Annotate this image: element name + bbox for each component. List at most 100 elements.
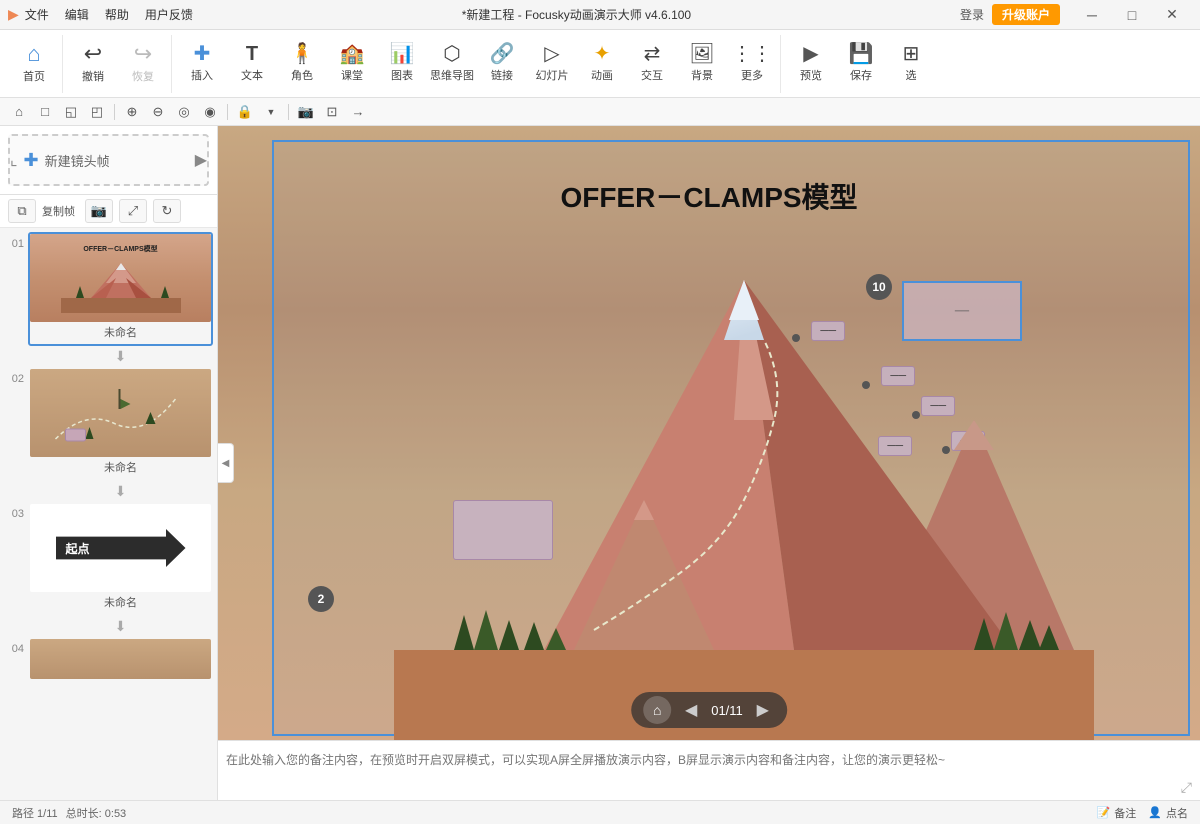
toolbar-home-group: ⌂ 首页 bbox=[6, 35, 63, 93]
tb2-sep3 bbox=[288, 104, 289, 120]
menu-help[interactable]: 帮助 bbox=[105, 6, 129, 23]
tb2-lock[interactable]: 🔒 bbox=[234, 101, 256, 123]
toolbar-select[interactable]: ⊞ 选 bbox=[887, 35, 935, 93]
toolbar-text[interactable]: T 文本 bbox=[228, 35, 276, 93]
toolbar-mindmap[interactable]: ⬡ 思维导图 bbox=[428, 35, 476, 93]
slides-panel: ⌞ ✚ 新建镜头帧 ▶ ⧉ 复制帧 📷 ⤢ ↻ bbox=[0, 126, 218, 800]
tb2-export[interactable]: ⊡ bbox=[321, 101, 343, 123]
notes-expand-button[interactable]: ⤢ bbox=[1181, 779, 1192, 796]
slide-divider-3[interactable]: ⬇ bbox=[28, 618, 213, 635]
rotate-frame-button[interactable]: ↻ bbox=[153, 199, 181, 223]
toolbar-redo[interactable]: ↪ 恢复 bbox=[119, 35, 167, 93]
notes-input[interactable] bbox=[226, 751, 1192, 791]
slide-thumb-wrapper-4[interactable] bbox=[28, 637, 213, 681]
comment-icon: 📝 bbox=[1097, 806, 1111, 819]
menu-edit[interactable]: 编辑 bbox=[65, 6, 89, 23]
toolbar-interact[interactable]: ⇄ 交互 bbox=[628, 35, 676, 93]
status-comment-button[interactable]: 📝 备注 bbox=[1097, 805, 1137, 821]
home-label: 首页 bbox=[23, 68, 45, 84]
slide-thumb-wrapper-3[interactable]: 起点 未命名 bbox=[28, 502, 213, 616]
thumb1-title: OFFER－CLAMPS模型 bbox=[83, 244, 157, 254]
thumb3-text: 起点 bbox=[66, 540, 90, 557]
more-label: 更多 bbox=[741, 67, 763, 83]
slide-thumb-wrapper-1[interactable]: OFFER－CLAMPS模型 bbox=[28, 232, 213, 346]
toolbar-classroom[interactable]: 🏫 课堂 bbox=[328, 35, 376, 93]
mindmap-label: 思维导图 bbox=[430, 67, 474, 83]
upgrade-button[interactable]: 升级账户 bbox=[992, 4, 1060, 25]
slide-item-1[interactable]: 01 OFFER－CLAMPS模型 bbox=[4, 232, 213, 346]
login-button[interactable]: 登录 bbox=[960, 6, 984, 23]
tb2-sep2 bbox=[227, 104, 228, 120]
new-frame-dropdown-icon[interactable]: ▶ bbox=[195, 150, 207, 170]
tb2-align2[interactable]: ◰ bbox=[86, 101, 108, 123]
close-button[interactable]: ✕ bbox=[1152, 0, 1192, 30]
app-logo: ▶ bbox=[8, 6, 19, 23]
navigation-bar: ⌂ ◀ 01/11 ▶ bbox=[631, 692, 787, 728]
tb2-lock-dropdown[interactable]: ▼ bbox=[260, 101, 282, 123]
nav-page-indicator: 01/11 bbox=[711, 703, 743, 718]
badge-2: 2 bbox=[308, 586, 334, 612]
slide-thumb-wrapper-2[interactable]: 未命名 bbox=[28, 367, 213, 481]
link-label: 链接 bbox=[491, 67, 513, 83]
collapse-icon: ◀ bbox=[222, 458, 230, 469]
notes-area: ⤢ bbox=[218, 740, 1200, 800]
signin-label: 点名 bbox=[1166, 805, 1188, 821]
slide-item-2[interactable]: 02 bbox=[4, 367, 213, 481]
slide-divider-2[interactable]: ⬇ bbox=[28, 483, 213, 500]
redo-label: 恢复 bbox=[132, 68, 154, 84]
toolbar-home[interactable]: ⌂ 首页 bbox=[10, 35, 58, 93]
undo-icon: ↩ bbox=[84, 43, 102, 65]
menu-bar: 文件 编辑 帮助 用户反馈 bbox=[25, 6, 193, 23]
toolbar-save[interactable]: 💾 保存 bbox=[837, 35, 885, 93]
secondary-toolbar: ⌂ □ ◱ ◰ ⊕ ⊖ ◎ ◉ 🔒 ▼ 📷 ⊡ → bbox=[0, 98, 1200, 126]
nav-home-button[interactable]: ⌂ bbox=[643, 696, 671, 724]
thumb2-svg bbox=[30, 369, 211, 457]
text-icon: T bbox=[246, 44, 258, 64]
toolbar-insert-group: ✚ 插入 T 文本 🧍 角色 🏫 课堂 📊 图表 ⬡ 思维导图 🔗 链接 ▷ bbox=[174, 35, 781, 93]
menu-file[interactable]: 文件 bbox=[25, 6, 49, 23]
preview-icon: ▶ bbox=[803, 44, 818, 64]
nav-next-button[interactable]: ▶ bbox=[751, 698, 775, 722]
toolbar-more[interactable]: ⋮⋮ 更多 bbox=[728, 35, 776, 93]
tb2-arrow[interactable]: → bbox=[347, 101, 369, 123]
tb2-zoomin[interactable]: ⊕ bbox=[121, 101, 143, 123]
tb2-zoom-fit[interactable]: ◎ bbox=[173, 101, 195, 123]
menu-feedback[interactable]: 用户反馈 bbox=[145, 6, 193, 23]
minimize-button[interactable]: ─ bbox=[1072, 0, 1112, 30]
nav-prev-button[interactable]: ◀ bbox=[679, 698, 703, 722]
toolbar-undo[interactable]: ↩ 撤销 bbox=[69, 35, 117, 93]
tb2-align1[interactable]: ◱ bbox=[60, 101, 82, 123]
status-bar: 路径 1/11 总时长: 0:53 📝 备注 👤 点名 bbox=[0, 800, 1200, 824]
main-content: ⌞ ✚ 新建镜头帧 ▶ ⧉ 复制帧 📷 ⤢ ↻ bbox=[0, 126, 1200, 800]
toolbar-background[interactable]: 🖼 背景 bbox=[678, 35, 726, 93]
new-frame-button[interactable]: ⌞ ✚ 新建镜头帧 ▶ bbox=[8, 134, 209, 186]
tb2-zoomout[interactable]: ⊖ bbox=[147, 101, 169, 123]
toolbar-preview-group: ▶ 预览 💾 保存 ⊞ 选 bbox=[783, 35, 939, 93]
undo-label: 撤销 bbox=[82, 68, 104, 84]
toolbar-preview[interactable]: ▶ 预览 bbox=[787, 35, 835, 93]
tb2-home[interactable]: ⌂ bbox=[8, 101, 30, 123]
toolbar-character[interactable]: 🧍 角色 bbox=[278, 35, 326, 93]
slide-divider-1[interactable]: ⬇ bbox=[28, 348, 213, 365]
maximize-button[interactable]: □ bbox=[1112, 0, 1152, 30]
sidebar-collapse-button[interactable]: ◀ bbox=[218, 443, 234, 483]
toolbar-link[interactable]: 🔗 链接 bbox=[478, 35, 526, 93]
screenshot-frame-button[interactable]: 📷 bbox=[85, 199, 113, 223]
toolbar-slideshow[interactable]: ▷ 幻灯片 bbox=[528, 35, 576, 93]
tb2-frame[interactable]: □ bbox=[34, 101, 56, 123]
slide-item-4[interactable]: 04 bbox=[4, 637, 213, 681]
toolbar-insert[interactable]: ✚ 插入 bbox=[178, 35, 226, 93]
tb2-screenshot[interactable]: 📷 bbox=[295, 101, 317, 123]
fullscreen-frame-button[interactable]: ⤢ bbox=[119, 199, 147, 223]
canvas-background[interactable]: OFFER－CLAMPS模型 ── 10 2 ── ── ── ── ── ── bbox=[218, 126, 1200, 740]
camera-icon: 📷 bbox=[91, 203, 107, 219]
toolbar-animation[interactable]: ✦ 动画 bbox=[578, 35, 626, 93]
tb2-zoom-100[interactable]: ◉ bbox=[199, 101, 221, 123]
copy-frame-button[interactable]: ⧉ bbox=[8, 199, 36, 223]
comment-label: 备注 bbox=[1114, 805, 1136, 821]
slide-item-3[interactable]: 03 起点 未命名 bbox=[4, 502, 213, 616]
status-signin-button[interactable]: 👤 点名 bbox=[1148, 805, 1188, 821]
mindmap-icon: ⬡ bbox=[443, 44, 460, 64]
toolbar-chart[interactable]: 📊 图表 bbox=[378, 35, 426, 93]
character-label: 角色 bbox=[291, 67, 313, 83]
